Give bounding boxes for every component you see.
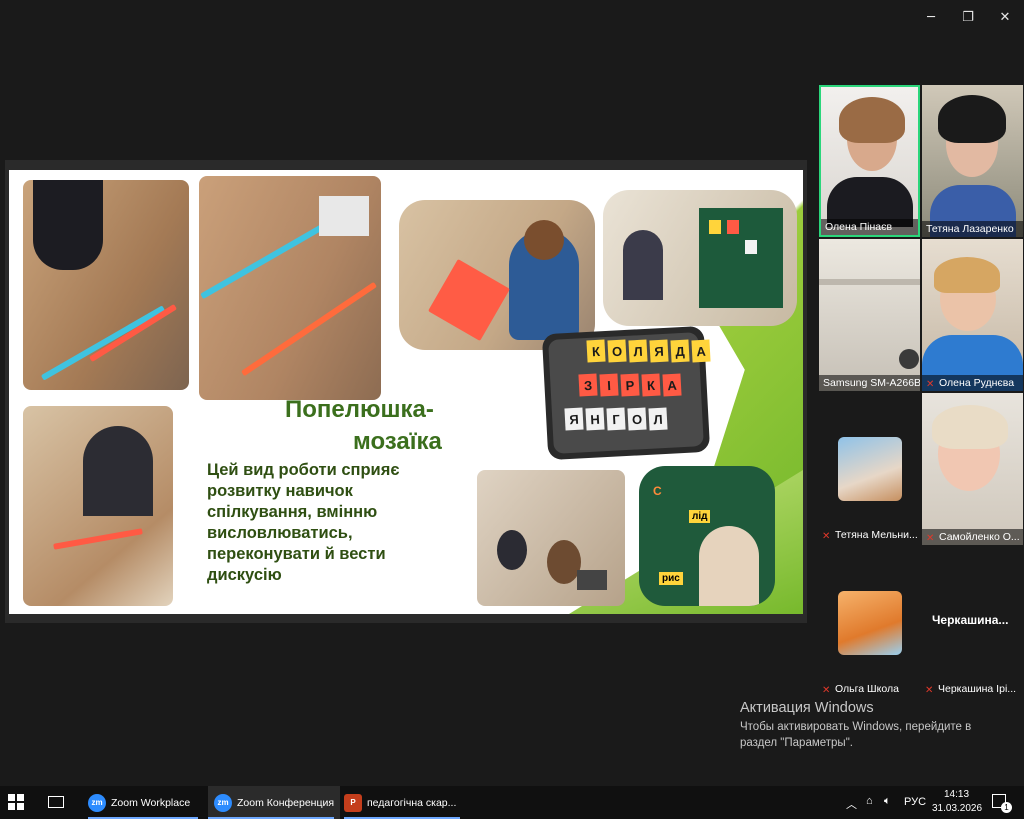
participant-name-4: ✕ Олена Руднєва xyxy=(922,375,1023,391)
participant-name-6: ✕ Самойленко О... xyxy=(922,529,1023,545)
participant-tile-8[interactable]: Черкашина... ✕ Черкашина Ірі... xyxy=(922,547,1023,699)
slide-body-line-6: дискусію xyxy=(207,566,282,584)
mic-muted-icon: ✕ xyxy=(822,531,831,542)
letter-tile: А xyxy=(662,373,682,397)
letter-tile: І xyxy=(599,373,619,397)
green-board-word-1: С xyxy=(653,484,662,498)
maximize-button[interactable]: ❐ xyxy=(953,6,983,28)
letter-tile: Я xyxy=(564,407,584,431)
mic-muted-icon: ✕ xyxy=(822,685,831,696)
letter-tile: Д xyxy=(670,339,690,363)
clock-time[interactable]: 14:13 xyxy=(944,789,969,800)
photo-students-cards-1 xyxy=(23,180,189,390)
participant-tile-7[interactable]: ✕ Ольга Школа xyxy=(819,547,920,699)
participant-tile-2[interactable]: Тетяна Лазаренко xyxy=(922,85,1023,237)
letter-tile: Н xyxy=(585,407,605,431)
letter-tile: О xyxy=(627,407,647,431)
slide-title-line1: Попелюшка- xyxy=(285,396,434,423)
zoom-icon: zm xyxy=(214,793,232,812)
letter-tile: Л xyxy=(648,407,668,431)
participant-tile-1[interactable]: Олена Пінаєв xyxy=(819,85,920,237)
slide-title-line2: мозаїка xyxy=(353,428,442,455)
letter-tile: К xyxy=(641,373,661,397)
clock-date[interactable]: 31.03.2026 xyxy=(932,803,982,814)
letter-tile: Л xyxy=(628,339,648,363)
taskbar-app-zoom-workplace[interactable]: zm Zoom Workplace xyxy=(84,786,208,819)
taskbar-app-zoom-meeting[interactable]: zm Zoom Конференция xyxy=(208,786,340,819)
windows-start-icon[interactable] xyxy=(8,794,24,810)
participant-avatar xyxy=(838,591,902,655)
participant-tile-5[interactable]: ✕ Тетяна Мельни... xyxy=(819,393,920,545)
powerpoint-icon: P xyxy=(344,793,362,812)
photo-students-group xyxy=(23,406,173,606)
photo-boy-reading xyxy=(399,200,595,350)
letter-tile: А xyxy=(691,339,711,363)
shared-screen: Попелюшка- мозаїка Цей вид роботи сприяє… xyxy=(5,160,807,623)
presentation-slide: Попелюшка- мозаїка Цей вид роботи сприяє… xyxy=(9,170,803,614)
taskbar-app-powerpoint[interactable]: P педагогічна скар... xyxy=(340,786,468,819)
slide-body-line-5: переконувати й вести xyxy=(207,545,386,563)
participant-name-3: Samsung SM-A266B xyxy=(819,375,920,391)
slide-body-line-2: розвитку навичок xyxy=(207,482,353,500)
photo-girl-at-board: С лід рис xyxy=(639,466,775,606)
network-icon[interactable]: ⌂ xyxy=(866,795,873,807)
photo-students-cards-2 xyxy=(199,176,381,400)
participant-tile-3[interactable]: Samsung SM-A266B xyxy=(819,239,920,391)
participant-name-5: ✕ Тетяна Мельни... xyxy=(822,529,918,542)
participant-tile-4[interactable]: ✕ Олена Руднєва xyxy=(922,239,1023,391)
letter-tile: З xyxy=(578,373,598,397)
volume-icon[interactable]: 🔈︎ xyxy=(884,795,891,808)
participant-tile-6[interactable]: ✕ Самойленко О... xyxy=(922,393,1023,545)
notification-badge: 1 xyxy=(1001,802,1012,813)
participant-name-1: Олена Пінаєв xyxy=(821,219,918,235)
language-indicator[interactable]: РУС xyxy=(904,796,926,808)
participant-name-2: Тетяна Лазаренко xyxy=(922,221,1023,237)
close-button[interactable]: ✕ xyxy=(990,6,1020,28)
participant-name-7: ✕ Ольга Школа xyxy=(822,683,899,696)
task-view-icon[interactable] xyxy=(48,796,64,808)
minimize-button[interactable]: ─ xyxy=(916,6,946,28)
letter-tile: Я xyxy=(649,339,669,363)
mic-muted-icon: ✕ xyxy=(926,533,935,544)
participant-name-8: ✕ Черкашина Ірі... xyxy=(925,683,1017,696)
photo-classroom-board xyxy=(603,190,797,326)
letter-tile: К xyxy=(586,339,606,363)
letter-tile: Р xyxy=(620,373,640,397)
green-board-word-2: лід xyxy=(689,510,711,523)
mic-muted-icon: ✕ xyxy=(926,379,935,390)
green-board-word-3: рис xyxy=(659,572,683,585)
mic-muted-icon: ✕ xyxy=(925,685,934,696)
chevron-up-icon[interactable]: ︿ xyxy=(846,796,857,812)
taskbar: zm Zoom Workplace zm Zoom Конференция P … xyxy=(0,786,1024,819)
zoom-icon: zm xyxy=(88,793,106,812)
activation-watermark-title: Активация Windows xyxy=(740,700,874,716)
participant-name-large: Черкашина... xyxy=(932,613,1009,627)
slide-body-line-4: висловлюватись, xyxy=(207,524,353,542)
slide-body-line-3: спілкування, вмінню xyxy=(207,503,378,521)
slide-body-line-1: Цей вид роботи сприяє xyxy=(207,461,400,479)
activation-watermark-line1: Чтобы активировать Windows, перейдите в xyxy=(740,721,972,733)
letter-tile: Г xyxy=(606,407,626,431)
photo-classroom-kids xyxy=(477,470,625,606)
letter-tile: О xyxy=(607,339,627,363)
participant-avatar xyxy=(838,437,902,501)
activation-watermark-line2: раздел "Параметры". xyxy=(740,737,853,749)
